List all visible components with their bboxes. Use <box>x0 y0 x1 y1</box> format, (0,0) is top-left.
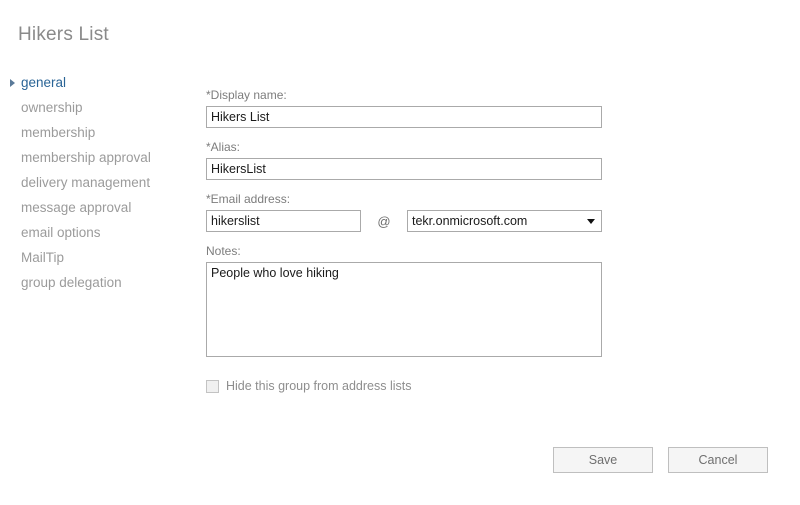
sidebar-item-label: MailTip <box>21 250 65 265</box>
display-name-field-group: *Display name: <box>206 88 602 128</box>
sidebar-item-membership[interactable]: membership <box>0 120 195 145</box>
sidebar-item-message-approval[interactable]: message approval <box>0 195 195 220</box>
notes-field-group: Notes: People who love hiking <box>206 244 602 360</box>
save-button[interactable]: Save <box>553 447 653 473</box>
sidebar-item-label: membership <box>21 125 96 140</box>
sidebar-nav: general ownership membership membership … <box>0 70 195 295</box>
email-domain-select[interactable]: tekr.onmicrosoft.com <box>407 210 602 232</box>
hide-group-checkbox[interactable] <box>206 379 219 393</box>
sidebar-item-general[interactable]: general <box>0 70 195 95</box>
sidebar-item-membership-approval[interactable]: membership approval <box>0 145 195 170</box>
sidebar-item-label: delivery management <box>21 175 151 190</box>
alias-label: *Alias: <box>206 140 241 154</box>
sidebar-item-label: membership approval <box>21 150 151 165</box>
sidebar-item-label: general <box>21 75 67 90</box>
general-settings-form: *Display name: *Alias: *Email address: @… <box>206 88 602 393</box>
notes-label: Notes: <box>206 244 241 258</box>
email-domain-value: tekr.onmicrosoft.com <box>412 214 528 228</box>
hide-group-checkbox-row[interactable]: Hide this group from address lists <box>206 379 602 393</box>
sidebar-item-label: message approval <box>21 200 132 215</box>
hide-group-label: Hide this group from address lists <box>226 379 412 393</box>
sidebar-item-group-delegation[interactable]: group delegation <box>0 270 195 295</box>
triangle-right-icon <box>10 79 15 87</box>
sidebar-item-mailtip[interactable]: MailTip <box>0 245 195 270</box>
notes-textarea[interactable]: People who love hiking <box>206 262 602 357</box>
dialog-footer: Save Cancel <box>0 447 800 473</box>
display-name-input[interactable] <box>206 106 602 128</box>
group-properties-dialog: Hikers List general ownership membership… <box>0 0 800 505</box>
sidebar-item-email-options[interactable]: email options <box>0 220 195 245</box>
sidebar-item-label: group delegation <box>21 275 122 290</box>
page-title: Hikers List <box>18 24 109 45</box>
display-name-label: *Display name: <box>206 88 287 102</box>
cancel-button[interactable]: Cancel <box>668 447 768 473</box>
email-address-row: @ tekr.onmicrosoft.com <box>206 210 602 232</box>
alias-field-group: *Alias: <box>206 140 602 180</box>
sidebar-item-label: email options <box>21 225 101 240</box>
sidebar-item-label: ownership <box>21 100 83 115</box>
sidebar-item-delivery-management[interactable]: delivery management <box>0 170 195 195</box>
email-address-field-group: *Email address: @ tekr.onmicrosoft.com <box>206 192 602 232</box>
email-local-part-input[interactable] <box>206 210 361 232</box>
at-symbol: @ <box>377 213 391 229</box>
alias-input[interactable] <box>206 158 602 180</box>
chevron-down-icon <box>587 218 595 224</box>
email-address-label: *Email address: <box>206 192 291 206</box>
sidebar-item-ownership[interactable]: ownership <box>0 95 195 120</box>
